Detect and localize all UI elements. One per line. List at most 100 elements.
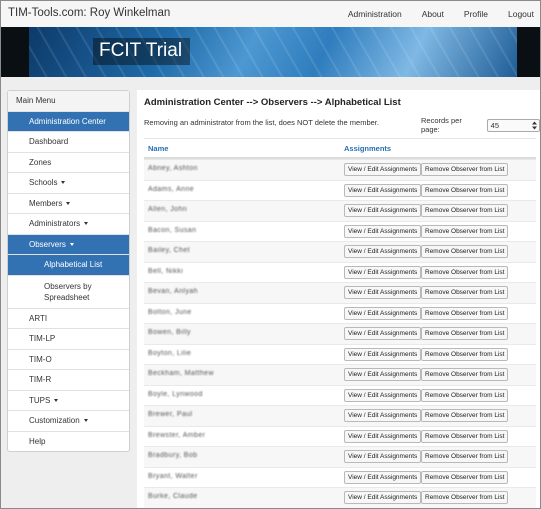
remove-observer-button[interactable]: Remove Observer from List bbox=[421, 429, 509, 443]
sidebar-item[interactable]: Customization bbox=[8, 410, 129, 431]
sidebar-heading: Main Menu bbox=[8, 91, 129, 111]
view-edit-assignments-button[interactable]: View / Edit Assignments bbox=[344, 347, 422, 361]
view-edit-assignments-button[interactable]: View / Edit Assignments bbox=[344, 429, 422, 443]
remove-observer-button[interactable]: Remove Observer from List bbox=[421, 306, 509, 320]
view-edit-assignments-button[interactable]: View / Edit Assignments bbox=[344, 224, 422, 238]
remove-observer-button[interactable]: Remove Observer from List bbox=[421, 183, 509, 197]
remove-observer-button[interactable]: Remove Observer from List bbox=[421, 347, 509, 361]
observer-name: Brewster, Amber bbox=[148, 431, 206, 439]
table-row: Bacon, Susan View / Edit Assignments Remov… bbox=[144, 220, 536, 242]
remove-observer-button[interactable]: Remove Observer from List bbox=[421, 224, 509, 238]
sidebar-item-label: Administration Center bbox=[29, 116, 106, 126]
remove-observer-button[interactable]: Remove Observer from List bbox=[421, 388, 509, 402]
observer-name: Burke, Claude bbox=[148, 493, 198, 500]
caret-down-icon bbox=[66, 201, 71, 205]
remove-observer-button[interactable]: Remove Observer from List bbox=[421, 245, 509, 258]
observer-name: Bevan, Anlyah bbox=[148, 288, 198, 295]
sidebar-item[interactable]: Members bbox=[8, 192, 129, 214]
remove-observer-button[interactable]: Remove Observer from List bbox=[421, 327, 509, 340]
table-row: Boyton, Lilie View / Edit Assignments Remo… bbox=[144, 343, 536, 365]
table-row: Bolton, June View / Edit Assignments Remov… bbox=[144, 302, 536, 324]
observer-name: Boyle, Lynwood bbox=[148, 390, 203, 398]
sidebar-item[interactable]: Observers bbox=[8, 233, 129, 254]
table-row: Abney, Ashton View / Edit Assignments Remo… bbox=[144, 159, 536, 180]
remove-observer-button[interactable]: Remove Observer from List bbox=[421, 409, 509, 422]
sidebar-item-label: TUPS bbox=[29, 395, 51, 405]
sidebar-item[interactable]: Schools bbox=[8, 172, 129, 193]
banner-title: FCIT Trial bbox=[93, 38, 191, 65]
remove-observer-button[interactable]: Remove Observer from List bbox=[421, 450, 509, 463]
view-edit-assignments-button[interactable]: View / Edit Assignments bbox=[344, 306, 422, 320]
sidebar-item[interactable]: Administrators bbox=[8, 213, 129, 234]
site-brand[interactable]: TIM-Tools.com: Roy Winkelman bbox=[8, 7, 170, 19]
caret-down-icon bbox=[61, 181, 66, 185]
sidebar-item[interactable]: Dashboard bbox=[8, 131, 129, 152]
sidebar-item[interactable]: Alphabetical List bbox=[8, 254, 129, 275]
view-edit-assignments-button[interactable]: View / Edit Assignments bbox=[344, 491, 422, 504]
table-row: Burke, Claude View / Edit Assignments Remo… bbox=[144, 487, 536, 508]
view-edit-assignments-button[interactable]: View / Edit Assignments bbox=[344, 183, 422, 197]
view-edit-assignments-button[interactable]: View / Edit Assignments bbox=[344, 470, 422, 484]
remove-observer-button[interactable]: Remove Observer from List bbox=[421, 163, 509, 176]
sidebar-item[interactable]: Administration Center bbox=[8, 110, 129, 131]
remove-observer-button[interactable]: Remove Observer from List bbox=[421, 286, 509, 299]
table-row: Brewster, Amber View / Edit Assignments Re… bbox=[144, 425, 536, 447]
nav-administration[interactable]: Administration bbox=[348, 9, 402, 19]
observer-name: Bryant, Walter bbox=[148, 472, 198, 480]
records-per-page: Records per page: 45 bbox=[421, 116, 540, 134]
table-row: Bailey, Chet View / Edit Assignments Remov… bbox=[144, 241, 536, 262]
view-edit-assignments-button[interactable]: View / Edit Assignments bbox=[344, 409, 422, 422]
view-edit-assignments-button[interactable]: View / Edit Assignments bbox=[344, 245, 422, 258]
sidebar-item[interactable]: TIM-LP bbox=[8, 328, 129, 349]
view-edit-assignments-button[interactable]: View / Edit Assignments bbox=[344, 286, 422, 299]
sidebar-item[interactable]: TUPS bbox=[8, 389, 129, 411]
sidebar-item[interactable]: TIM-O bbox=[8, 348, 129, 370]
sidebar-item[interactable]: ARTI bbox=[8, 307, 129, 329]
view-edit-assignments-button[interactable]: View / Edit Assignments bbox=[344, 204, 422, 217]
sidebar-item[interactable]: Zones bbox=[8, 151, 129, 173]
view-edit-assignments-button[interactable]: View / Edit Assignments bbox=[344, 163, 422, 176]
observer-name: Adams, Anne bbox=[148, 185, 195, 193]
records-per-page-select[interactable]: 45 bbox=[486, 118, 540, 132]
sidebar-item-label: Help bbox=[29, 436, 46, 446]
observer-name: Bell, Nikki bbox=[148, 267, 184, 275]
sidebar-item-label: Zones bbox=[29, 157, 52, 167]
observer-name: Bolton, June bbox=[148, 308, 192, 316]
nav-logout[interactable]: Logout bbox=[508, 9, 534, 19]
view-edit-assignments-button[interactable]: View / Edit Assignments bbox=[344, 388, 422, 402]
sidebar-item-label: Administrators bbox=[29, 219, 81, 228]
remove-observer-button[interactable]: Remove Observer from List bbox=[421, 368, 509, 381]
observer-name: Brewer, Paul bbox=[148, 411, 193, 418]
remove-observer-button[interactable]: Remove Observer from List bbox=[421, 491, 509, 504]
table-row: Bell, Nikki View / Edit Assignments Remove… bbox=[144, 261, 536, 283]
remove-observer-button[interactable]: Remove Observer from List bbox=[421, 265, 509, 279]
sidebar-item[interactable]: TIM-R bbox=[8, 369, 129, 390]
sidebar-item[interactable]: Help bbox=[8, 430, 129, 452]
observer-name: Boyton, Lilie bbox=[148, 349, 192, 357]
nav-about[interactable]: About bbox=[422, 9, 444, 19]
nav-profile[interactable]: Profile bbox=[464, 9, 488, 19]
remove-observer-button[interactable]: Remove Observer from List bbox=[421, 204, 509, 217]
view-edit-assignments-button[interactable]: View / Edit Assignments bbox=[344, 368, 422, 381]
column-header-name[interactable]: Name bbox=[148, 144, 168, 153]
caret-down-icon bbox=[83, 419, 88, 423]
sidebar-item-label: Dashboard bbox=[29, 137, 69, 146]
sidebar-item-label: TIM-R bbox=[29, 375, 52, 384]
view-edit-assignments-button[interactable]: View / Edit Assignments bbox=[344, 327, 422, 340]
top-navbar: TIM-Tools.com: Roy Winkelman Administrat… bbox=[1, 1, 540, 28]
view-edit-assignments-button[interactable]: View / Edit Assignments bbox=[344, 450, 422, 463]
sidebar-item[interactable]: Observers by Spreadsheet bbox=[8, 274, 129, 308]
table-row: Beckham, Matthew View / Edit Assignments R… bbox=[144, 364, 536, 385]
page-title: Administration Center --> Observers --> … bbox=[144, 97, 401, 108]
observer-name: Bacon, Susan bbox=[148, 226, 197, 234]
records-per-page-label: Records per page: bbox=[421, 116, 462, 134]
observer-name: Bowen, Billy bbox=[148, 329, 191, 336]
table-row: Brewer, Paul View / Edit Assignments Remov… bbox=[144, 405, 536, 426]
caret-down-icon bbox=[54, 398, 59, 402]
remove-observer-button[interactable]: Remove Observer from List bbox=[421, 470, 509, 484]
banner-image: FCIT Trial bbox=[29, 27, 517, 77]
view-edit-assignments-button[interactable]: View / Edit Assignments bbox=[344, 265, 422, 279]
sidebar-item-label: Members bbox=[29, 198, 63, 208]
sidebar-item-label: Alphabetical List bbox=[44, 260, 103, 269]
main-content: Administration Center --> Observers --> … bbox=[137, 90, 540, 508]
